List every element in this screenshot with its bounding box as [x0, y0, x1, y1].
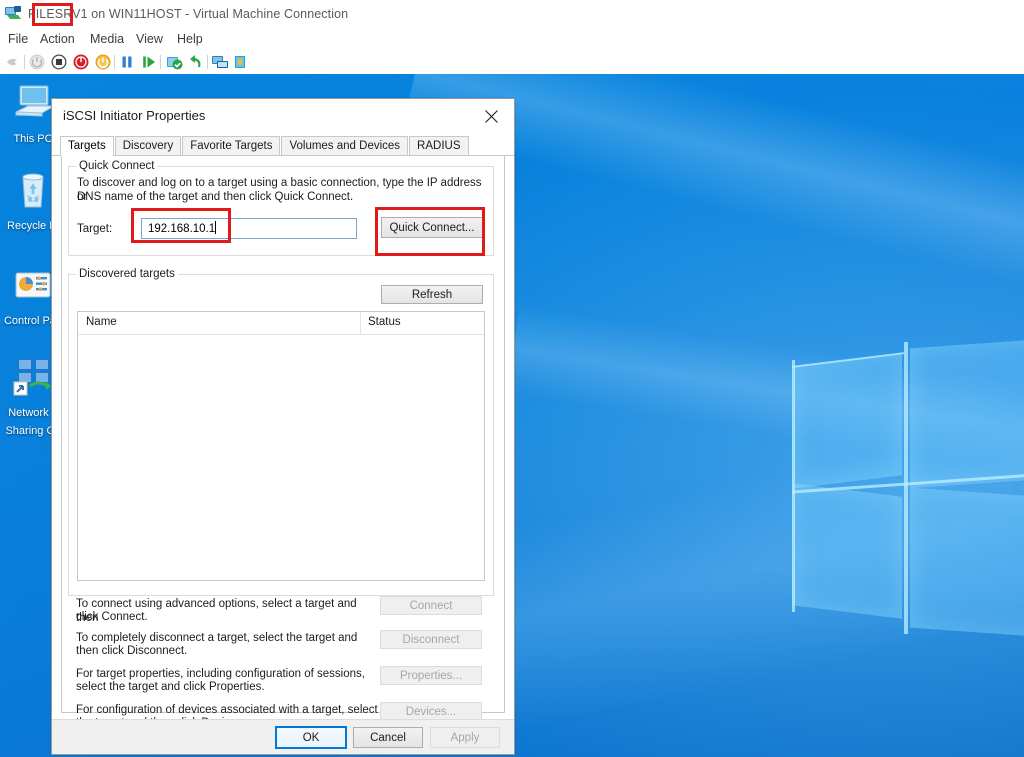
virtual-machine-icon [5, 6, 22, 21]
save-icon[interactable] [94, 53, 112, 71]
targets-tab-panel: Quick Connect To discover and log on to … [61, 156, 505, 729]
close-icon[interactable] [470, 99, 514, 133]
column-header-name[interactable]: Name [86, 316, 117, 328]
discovered-targets-group: Discovered targets Refresh Name Status [68, 268, 494, 596]
target-input[interactable] [141, 218, 357, 239]
tab-radius[interactable]: RADIUS [409, 136, 469, 155]
dialog-titlebar: iSCSI Initiator Properties [52, 99, 514, 134]
properties-hint-line2: select the target and click Properties. [76, 681, 265, 693]
menu-item-action[interactable]: Action [40, 30, 75, 48]
dialog-body: Targets Discovery Favorite Targets Volum… [52, 134, 514, 729]
disconnect-hint-line2: then click Disconnect. [76, 645, 188, 657]
pause-icon[interactable] [118, 53, 136, 71]
windows-logo-wallpaper [792, 335, 1024, 642]
toolbar-separator-3 [160, 55, 161, 69]
menu-item-media[interactable]: Media [90, 30, 124, 48]
column-header-status[interactable]: Status [368, 316, 401, 328]
dialog-footer: OK Cancel Apply [52, 719, 514, 754]
virtual-machine-connection-window: FILESRV1 on WIN11HOST - Virtual Machine … [0, 0, 1024, 757]
guest-desktop: This PC Recycle Bi Control Pan Network S… [0, 74, 1024, 757]
column-divider[interactable] [360, 312, 361, 334]
turn-off-icon[interactable] [50, 53, 68, 71]
this-pc-icon [10, 85, 56, 128]
window-titlebar: FILESRV1 on WIN11HOST - Virtual Machine … [0, 0, 1024, 28]
tab-targets[interactable]: Targets [60, 136, 114, 156]
devices-hint-line1: For configuration of devices associated … [76, 704, 378, 716]
apply-button[interactable]: Apply [430, 727, 500, 748]
window-title-vmname: FILESRV1 [28, 7, 88, 21]
cancel-button[interactable]: Cancel [353, 727, 423, 748]
menu-bar: File Action Media View Help [0, 28, 1024, 50]
ctrl-alt-delete-icon[interactable] [4, 53, 22, 71]
connect-button[interactable]: Connect [380, 596, 482, 615]
dialog-title: iSCSI Initiator Properties [63, 108, 206, 123]
quick-connect-group: Quick Connect To discover and log on to … [68, 160, 494, 256]
list-header: Name Status [78, 312, 484, 335]
menu-item-view[interactable]: View [136, 30, 163, 48]
tab-discovery[interactable]: Discovery [114, 136, 182, 155]
iscsi-initiator-properties-dialog: iSCSI Initiator Properties Targets Disco… [51, 98, 515, 755]
ok-button[interactable]: OK [276, 727, 346, 748]
disconnect-button[interactable]: Disconnect [380, 630, 482, 649]
shut-down-icon[interactable] [72, 53, 90, 71]
properties-hint-line1: For target properties, including configu… [76, 668, 365, 680]
desktop-icon-label: This PC [13, 133, 53, 145]
connect-hint-line2: click Connect. [76, 611, 148, 623]
enhanced-session-icon[interactable] [211, 53, 229, 71]
discovered-targets-list[interactable]: Name Status [77, 311, 485, 581]
reset-icon[interactable] [140, 53, 158, 71]
revert-icon[interactable] [187, 53, 205, 71]
menu-item-help[interactable]: Help [177, 30, 203, 48]
toolbar-separator-4 [207, 55, 208, 69]
toolbar [0, 50, 1024, 75]
tab-favorite-targets[interactable]: Favorite Targets [182, 136, 281, 155]
tab-volumes-and-devices[interactable]: Volumes and Devices [281, 136, 409, 155]
checkpoint-icon[interactable] [165, 53, 183, 71]
tab-strip: Targets Discovery Favorite Targets Volum… [60, 136, 514, 174]
properties-button[interactable]: Properties... [380, 666, 482, 685]
discovered-targets-caption: Discovered targets [76, 268, 178, 280]
target-label: Target: [77, 223, 113, 235]
action-hints-section: To connect using advanced options, selec… [62, 596, 504, 729]
quick-connect-caption: Quick Connect [76, 160, 158, 172]
network-sharing-center-icon [10, 359, 56, 402]
refresh-button[interactable]: Refresh [381, 285, 483, 304]
recycle-bin-icon [10, 173, 56, 215]
quick-connect-description-line2: DNS name of the target and then click Qu… [77, 191, 354, 203]
toolbar-separator-1 [24, 55, 25, 69]
text-caret [215, 221, 216, 234]
window-title-rest: on WIN11HOST - Virtual Machine Connectio… [87, 7, 349, 21]
start-icon[interactable] [28, 53, 46, 71]
disconnect-hint-line1: To completely disconnect a target, selec… [76, 632, 358, 644]
quick-connect-button[interactable]: Quick Connect... [381, 217, 483, 238]
window-title: FILESRV1 on WIN11HOST - Virtual Machine … [28, 6, 348, 22]
menu-item-file[interactable]: File [8, 30, 28, 48]
toolbar-separator-2 [114, 55, 115, 69]
share-icon[interactable] [231, 53, 249, 71]
control-panel-icon [10, 272, 56, 310]
